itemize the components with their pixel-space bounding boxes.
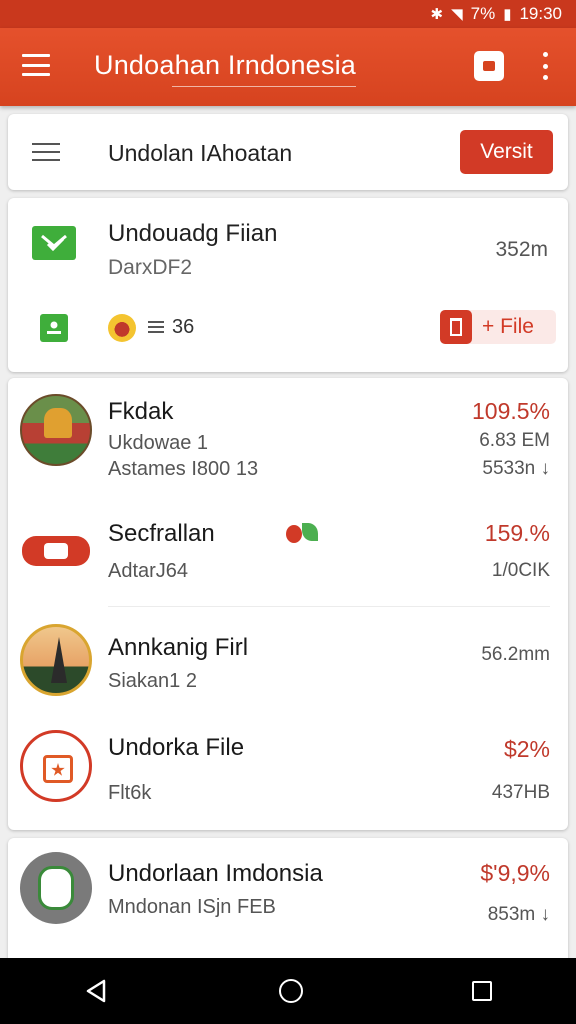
file-card-count: 36 <box>172 316 195 338</box>
filter-card: Undolan IAhoatan Versit <box>8 114 568 190</box>
upload-icon[interactable] <box>40 314 68 342</box>
menu-icon[interactable] <box>22 54 50 76</box>
item-name: Secfrallan <box>108 520 215 547</box>
filter-label: Undolan IAhoatan <box>108 140 293 166</box>
download-list: Fkdak Ukdowae 1 Astames I800 13 109.5% 6… <box>8 378 568 830</box>
item-percent: 159.% <box>484 520 550 546</box>
item-sub1: Mndonan ISjn FEB <box>108 896 276 918</box>
avatar-bag <box>20 730 92 802</box>
avatar-temple <box>20 624 92 696</box>
item-sub1: Ukdowae 1 <box>108 432 209 454</box>
battery-icon: ▮ <box>503 6 512 23</box>
item-meta1: 437HB <box>491 782 550 803</box>
bluetooth-icon: ✱ <box>430 6 444 23</box>
home-icon[interactable] <box>278 979 303 1003</box>
avatar-flag <box>20 394 92 466</box>
avatar-emblem <box>20 852 92 924</box>
title-underline <box>172 86 356 87</box>
list-item[interactable]: Fkdak Ukdowae 1 Astames I800 13 109.5% 6… <box>8 394 568 504</box>
item-meta1: 853m ↓ <box>487 904 550 925</box>
item-percent: $2% <box>503 736 550 762</box>
list-item[interactable]: Annkanig Firl Siakan1 2 56.2mm <box>8 622 568 712</box>
battery-percent: 7% <box>470 4 496 23</box>
status-bar: ✱ ◥ 7% ▮ 19:30 <box>0 0 576 28</box>
list-item[interactable]: Undorlaan Imdonsia Mndonan ISjn FEB $'9,… <box>8 852 568 932</box>
item-meta2: 5533n ↓ <box>482 458 550 479</box>
wifi-icon: ◥ <box>451 6 463 23</box>
status-time: 19:30 <box>519 4 562 23</box>
file-card[interactable]: Undouadg Fiian DarxDF2 352m 36 + File <box>8 198 568 372</box>
item-meta1: 6.83 EM <box>479 430 550 451</box>
delete-icon <box>440 310 472 344</box>
file-card-title: Undouadg Fiian <box>108 220 278 247</box>
avatar-car <box>20 514 92 586</box>
item-meta1: 1/0CIK <box>491 560 550 581</box>
add-file-button[interactable]: + File <box>440 310 556 344</box>
item-sub2: Astames I800 13 <box>108 458 259 480</box>
item-sub1: Flt6k <box>108 782 152 804</box>
item-name: Undorlaan Imdonsia <box>108 860 323 887</box>
version-button[interactable]: Versit <box>460 130 553 174</box>
item-percent: 109.5% <box>471 398 550 424</box>
item-meta1: 56.2mm <box>481 644 550 665</box>
download-list-2: Undorlaan Imdonsia Mndonan ISjn FEB $'9,… <box>8 838 568 968</box>
recents-icon[interactable] <box>471 981 492 1001</box>
system-nav-bar <box>0 958 576 1024</box>
more-options-icon[interactable] <box>538 52 552 80</box>
leaf-icon <box>286 523 324 545</box>
file-card-size: 352m <box>495 238 548 261</box>
garuda-badge-icon <box>108 314 136 342</box>
list-item[interactable]: Undorka File Flt6k $2% 437HB <box>8 726 568 822</box>
app-title: Undoahan Irndonesia <box>94 50 357 80</box>
list-icon <box>148 321 164 333</box>
mail-check-icon <box>32 226 76 260</box>
item-name: Annkanig Firl <box>108 634 249 661</box>
sd-card-icon[interactable] <box>474 51 504 81</box>
app-bar: Undoahan Irndonesia <box>0 28 576 106</box>
item-sub1: Siakan1 2 <box>108 670 197 692</box>
add-file-label: + File <box>482 315 534 338</box>
item-name: Undorka File <box>108 734 245 761</box>
file-card-subtitle: DarxDF2 <box>108 256 193 279</box>
item-sub1: AdtarJ64 <box>108 560 189 582</box>
item-name: Fkdak <box>108 398 174 425</box>
back-icon[interactable] <box>84 978 110 1004</box>
filter-menu-icon[interactable] <box>32 143 60 161</box>
item-percent: $'9,9% <box>480 860 550 886</box>
divider <box>108 606 550 607</box>
